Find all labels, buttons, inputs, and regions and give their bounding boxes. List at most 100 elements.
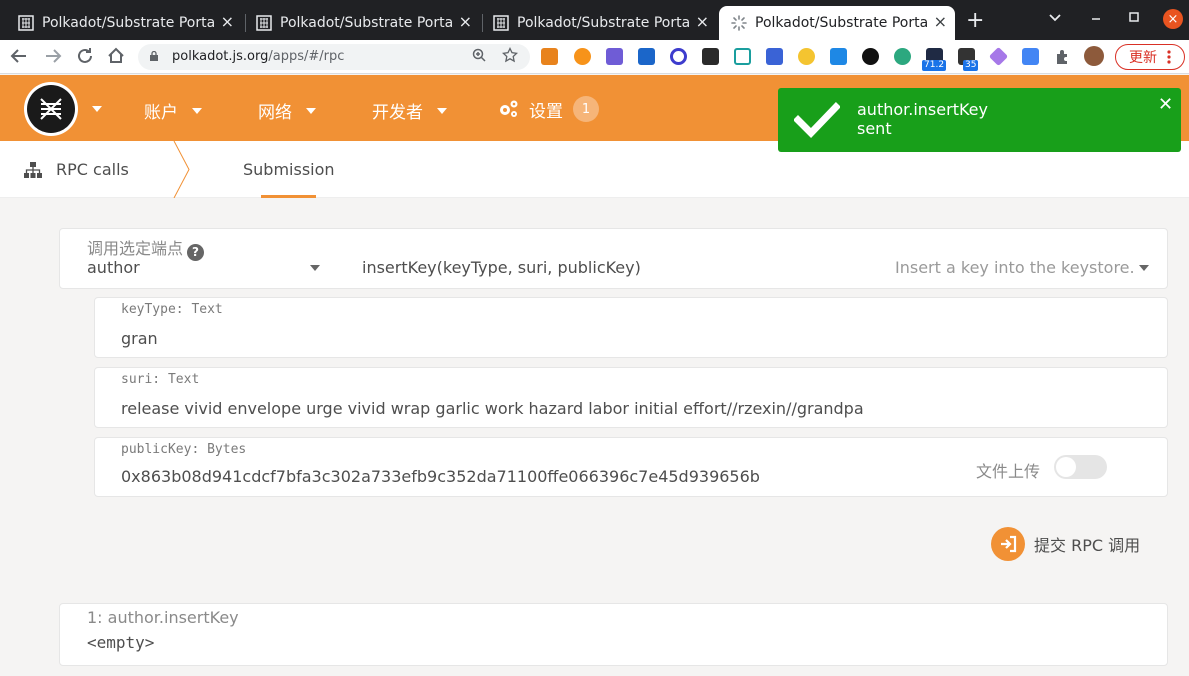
menu-accounts[interactable]: 账户 <box>144 98 202 123</box>
polkadot-logo[interactable] <box>24 82 78 136</box>
browser-tab-strip: Polkadot/Substrate Porta × Polkadot/Subs… <box>0 0 1189 40</box>
more-vert-icon <box>1167 50 1171 64</box>
endpoint-label: 调用选定端点? <box>87 235 205 261</box>
active-tab-indicator <box>261 195 316 198</box>
toast-title: author.insertKey <box>857 100 988 119</box>
profile-avatar[interactable] <box>1084 46 1104 66</box>
close-tab-icon[interactable]: × <box>221 14 234 30</box>
method-select[interactable]: insertKey(keyType, suri, publicKey) Inse… <box>362 258 1152 280</box>
gears-icon <box>500 100 518 117</box>
checkmark-icon <box>794 102 840 138</box>
suri-input[interactable]: release vivid envelope urge vivid wrap g… <box>121 399 864 418</box>
param-publickey[interactable]: publicKey: Bytes 0x863b08d941cdcf7bfa3c3… <box>94 437 1168 497</box>
new-tab-button[interactable]: + <box>966 10 984 32</box>
metamask-extension-icon[interactable] <box>541 48 558 65</box>
settings-count-badge: 1 <box>573 96 599 122</box>
menu-developer[interactable]: 开发者 <box>372 98 447 123</box>
sitemap-icon <box>24 161 42 178</box>
browser-toolbar: polkadot.js.org/apps/#/rpc 71.2 35 更新 <box>0 40 1189 74</box>
bitcoin-extension-icon[interactable] <box>574 48 591 65</box>
extension-badge: 71.2 <box>922 60 947 71</box>
toast-close-icon[interactable]: ✕ <box>1158 94 1173 115</box>
forward-arrow-icon[interactable] <box>44 45 62 73</box>
chevron-down-icon <box>310 265 320 271</box>
menu-network-label: 网络 <box>258 103 292 123</box>
browser-tab-active[interactable]: Polkadot/Substrate Porta × <box>719 6 955 40</box>
minimize-icon[interactable] <box>1090 10 1102 28</box>
submit-rpc-button[interactable]: 提交 RPC 调用 <box>991 527 1140 561</box>
tab-title: Polkadot/Substrate Porta <box>517 15 691 31</box>
s-extension-icon[interactable] <box>830 48 847 65</box>
status-toast: author.insertKey sent ✕ <box>778 88 1181 152</box>
chevron-down-icon <box>1139 265 1149 271</box>
close-tab-icon[interactable]: × <box>696 14 709 30</box>
close-tab-icon[interactable]: × <box>459 14 472 30</box>
browser-update-button[interactable]: 更新 <box>1115 44 1185 70</box>
zoom-icon[interactable] <box>472 48 486 66</box>
tab-search-chevron-icon[interactable] <box>1048 10 1062 28</box>
tab-title: Polkadot/Substrate Porta <box>42 15 216 31</box>
browser-tab-2[interactable]: Polkadot/Substrate Porta × <box>244 6 480 40</box>
rpc-calls-label: RPC calls <box>56 160 129 179</box>
lock-extension-icon[interactable] <box>798 48 815 65</box>
update-label: 更新 <box>1129 50 1157 66</box>
toast-status: sent <box>857 119 892 138</box>
logo-chevron-down-icon[interactable] <box>92 106 102 112</box>
reload-icon[interactable] <box>76 45 94 73</box>
binance-extension-icon[interactable] <box>702 48 719 65</box>
sign-in-icon <box>991 527 1025 561</box>
chevron-down-icon <box>306 107 316 114</box>
submit-label: 提交 RPC 调用 <box>1034 536 1141 555</box>
result-card: 1: author.insertKey <empty> <box>59 603 1168 666</box>
breadcrumb-separator <box>173 141 190 198</box>
url-host: polkadot.js.org <box>172 49 269 64</box>
cross-extension-icon[interactable] <box>638 48 655 65</box>
file-upload-toggle[interactable] <box>1054 455 1107 479</box>
extension-badge: 35 <box>963 60 979 71</box>
diamond-extension-icon[interactable] <box>988 46 1009 67</box>
browser-tab-1[interactable]: Polkadot/Substrate Porta × <box>6 6 242 40</box>
rpc-calls-section[interactable]: RPC calls <box>24 160 129 179</box>
tab-title: Polkadot/Substrate Porta <box>280 15 454 31</box>
menu-network[interactable]: 网络 <box>258 98 316 123</box>
polkadot-favicon-icon <box>256 15 272 31</box>
lock-icon <box>150 51 158 61</box>
green-extension-icon[interactable] <box>894 48 911 65</box>
maximize-icon[interactable] <box>1128 10 1140 28</box>
param-suri[interactable]: suri: Text release vivid envelope urge v… <box>94 367 1168 428</box>
translate-extension-icon[interactable] <box>1022 48 1039 65</box>
publickey-input[interactable]: 0x863b08d941cdcf7bfa3c302a733efb9c352da7… <box>121 467 760 486</box>
endpoint-selector: 调用选定端点? author insertKey(keyType, suri, … <box>59 228 1168 289</box>
chevron-down-icon <box>192 107 202 114</box>
keytype-input[interactable]: gran <box>121 329 158 348</box>
back-arrow-icon[interactable] <box>10 45 28 73</box>
publickey-label: publicKey: Bytes <box>121 442 247 457</box>
ring-extension-icon[interactable] <box>670 48 687 65</box>
menu-settings-label: 设置 <box>529 101 563 122</box>
result-value: <empty> <box>87 633 155 652</box>
module-value: author <box>87 258 140 277</box>
bookmark-star-icon[interactable] <box>501 46 519 67</box>
suri-label: suri: Text <box>121 372 200 387</box>
toggle-knob <box>1056 457 1076 477</box>
window-close-icon[interactable]: × <box>1163 9 1183 29</box>
method-description: Insert a key into the keystore. <box>895 258 1135 277</box>
endpoint-label-text: 调用选定端点 <box>87 239 184 258</box>
layers-extension-icon[interactable] <box>766 48 783 65</box>
param-keytype[interactable]: keyType: Text gran <box>94 297 1168 358</box>
result-title: 1: author.insertKey <box>87 608 239 627</box>
chevron-down-icon <box>437 107 447 114</box>
k-extension-icon[interactable] <box>606 48 623 65</box>
dark-extension-icon[interactable] <box>862 48 879 65</box>
home-icon[interactable] <box>107 45 125 73</box>
browser-tab-3[interactable]: Polkadot/Substrate Porta × <box>481 6 717 40</box>
tab-submission[interactable]: Submission <box>243 160 335 179</box>
file-upload-label: 文件上传 <box>976 462 1041 481</box>
puzzle-extensions-icon[interactable] <box>1054 48 1071 65</box>
close-tab-icon[interactable]: × <box>934 14 947 30</box>
menu-settings[interactable]: 设置 1 <box>497 96 599 122</box>
tab-title: Polkadot/Substrate Porta <box>755 15 929 31</box>
n-extension-icon[interactable] <box>734 48 751 65</box>
module-select[interactable]: author <box>87 258 323 280</box>
address-bar[interactable]: polkadot.js.org/apps/#/rpc <box>138 44 530 70</box>
